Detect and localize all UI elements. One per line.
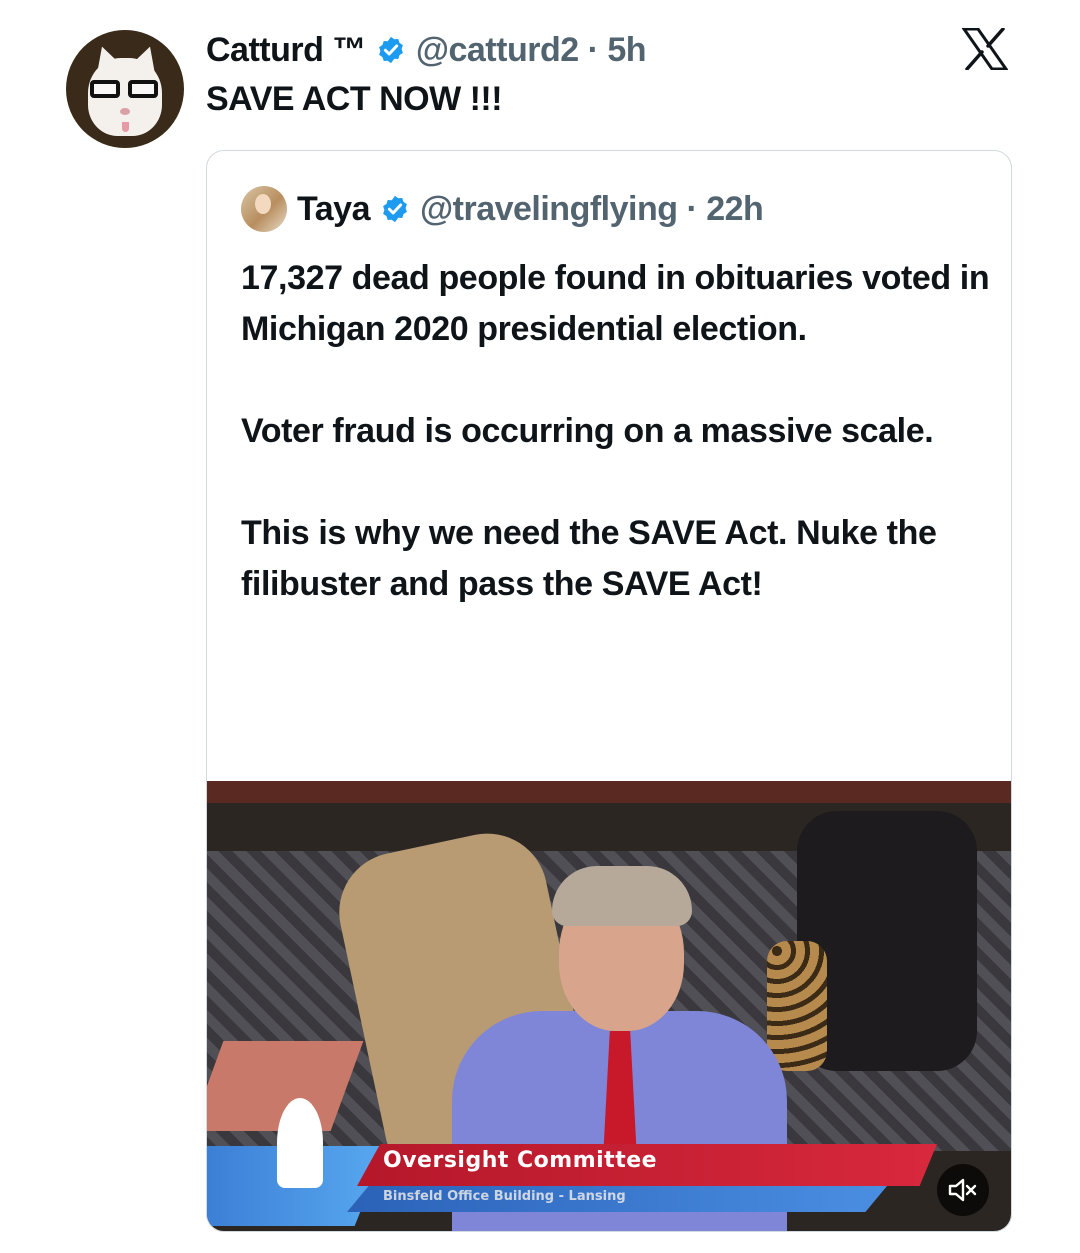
mute-button[interactable] <box>937 1164 989 1216</box>
quoted-author-avatar[interactable] <box>241 186 287 232</box>
video-lower-third: Oversight Committee Binsfeld Office Buil… <box>207 1098 1011 1231</box>
quoted-author-name[interactable]: Taya <box>297 190 370 229</box>
quoted-paragraph: Voter fraud is occurring on a massive sc… <box>241 412 934 450</box>
quoted-paragraph: 17,327 dead people found in obituaries v… <box>241 259 990 348</box>
quoted-tweet-text: 17,327 dead people found in obituaries v… <box>241 253 1001 661</box>
capitol-dome-icon <box>277 1098 323 1188</box>
cat-nose <box>120 108 130 115</box>
author-handle[interactable]: @catturd2 · 5h <box>416 31 647 70</box>
lower-third-title: Oversight Committee <box>383 1148 658 1173</box>
author-name[interactable]: Catturd ™ <box>206 31 366 70</box>
verified-badge-icon <box>383 195 407 223</box>
video-figure <box>767 941 827 1071</box>
verified-badge-icon <box>378 36 403 64</box>
cat-tongue <box>122 122 129 132</box>
quoted-tweet-card[interactable]: Taya @travelingflying · 22h 17,327 dead … <box>206 150 1012 1232</box>
video-background <box>207 781 1011 803</box>
author-avatar[interactable] <box>66 30 184 148</box>
quoted-paragraph: This is why we need the SAVE Act. Nuke t… <box>241 514 937 603</box>
x-logo-icon[interactable] <box>962 28 1008 70</box>
video-player[interactable]: Oversight Committee Binsfeld Office Buil… <box>207 781 1011 1231</box>
lower-third-subtitle: Binsfeld Office Building - Lansing <box>383 1189 626 1204</box>
glasses-icon <box>90 80 160 98</box>
video-speaker-hair <box>552 866 692 926</box>
tweet-header: Catturd ™ @catturd2 · 5h <box>206 30 647 70</box>
volume-muted-icon <box>948 1178 977 1202</box>
quoted-tweet-header: Taya @travelingflying · 22h <box>241 185 764 233</box>
quoted-author-handle[interactable]: @travelingflying · 22h <box>420 190 764 229</box>
tweet-text: SAVE ACT NOW !!! <box>206 80 503 118</box>
